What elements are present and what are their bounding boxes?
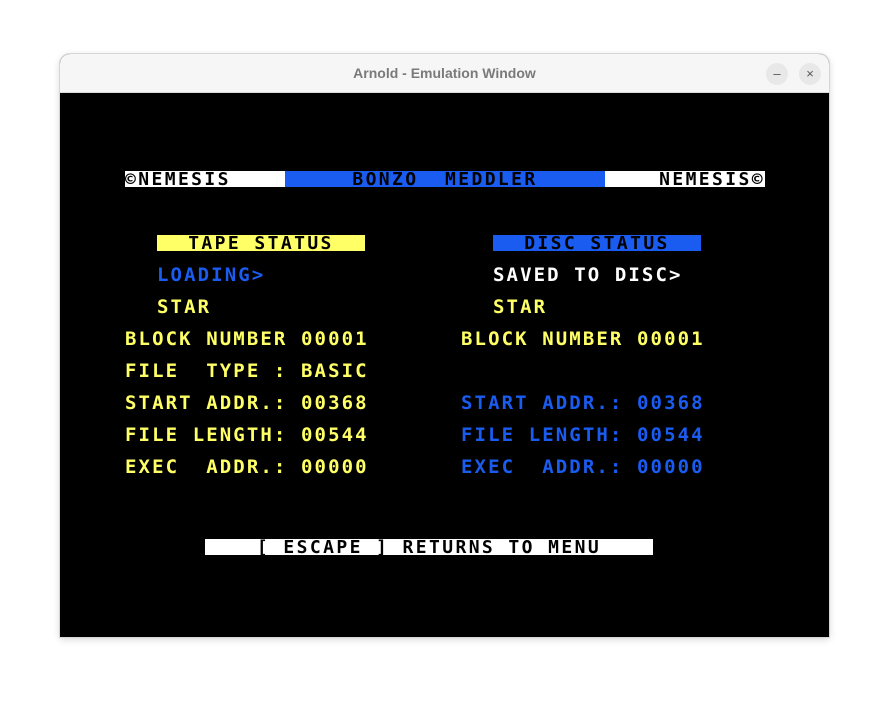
minimize-button[interactable]: –	[766, 63, 788, 85]
tape-exec-addr: EXEC ADDR.: 00000	[125, 456, 369, 478]
window-title: Arnold - Emulation Window	[353, 65, 536, 81]
tape-state: LOADING>	[157, 264, 266, 286]
header-left-bar: ©NEMESIS	[125, 171, 285, 187]
tape-file-type: FILE TYPE : BASIC	[125, 360, 369, 382]
tape-file-length: FILE LENGTH: 00544	[125, 424, 369, 446]
disc-block-number: BLOCK NUMBER 00001	[461, 328, 705, 350]
tape-start-addr: START ADDR.: 00368	[125, 392, 369, 414]
tape-block-number: BLOCK NUMBER 00001	[125, 328, 369, 350]
header-right-bar: NEMESIS©	[605, 171, 765, 187]
tape-status-title: TAPE STATUS	[157, 235, 365, 251]
disc-start-addr: START ADDR.: 00368	[461, 392, 705, 414]
escape-to-menu-hint: [ ESCAPE ] RETURNS TO MENU	[205, 539, 653, 555]
disc-file-length: FILE LENGTH: 00544	[461, 424, 705, 446]
disc-filename: STAR	[493, 296, 548, 318]
close-button[interactable]: ×	[799, 63, 821, 85]
emulator-window: Arnold - Emulation Window – × ©NEMESIS B…	[60, 54, 829, 637]
emulation-screen[interactable]: ©NEMESIS BONZO MEDDLER NEMESIS© TAPE STA…	[61, 93, 828, 636]
disc-exec-addr: EXEC ADDR.: 00000	[461, 456, 705, 478]
tape-filename: STAR	[157, 296, 212, 318]
disc-status-title: DISC STATUS	[493, 235, 701, 251]
header-center-bar: BONZO MEDDLER	[285, 171, 605, 187]
disc-state: SAVED TO DISC>	[493, 264, 683, 286]
title-bar[interactable]: Arnold - Emulation Window – ×	[60, 54, 829, 93]
